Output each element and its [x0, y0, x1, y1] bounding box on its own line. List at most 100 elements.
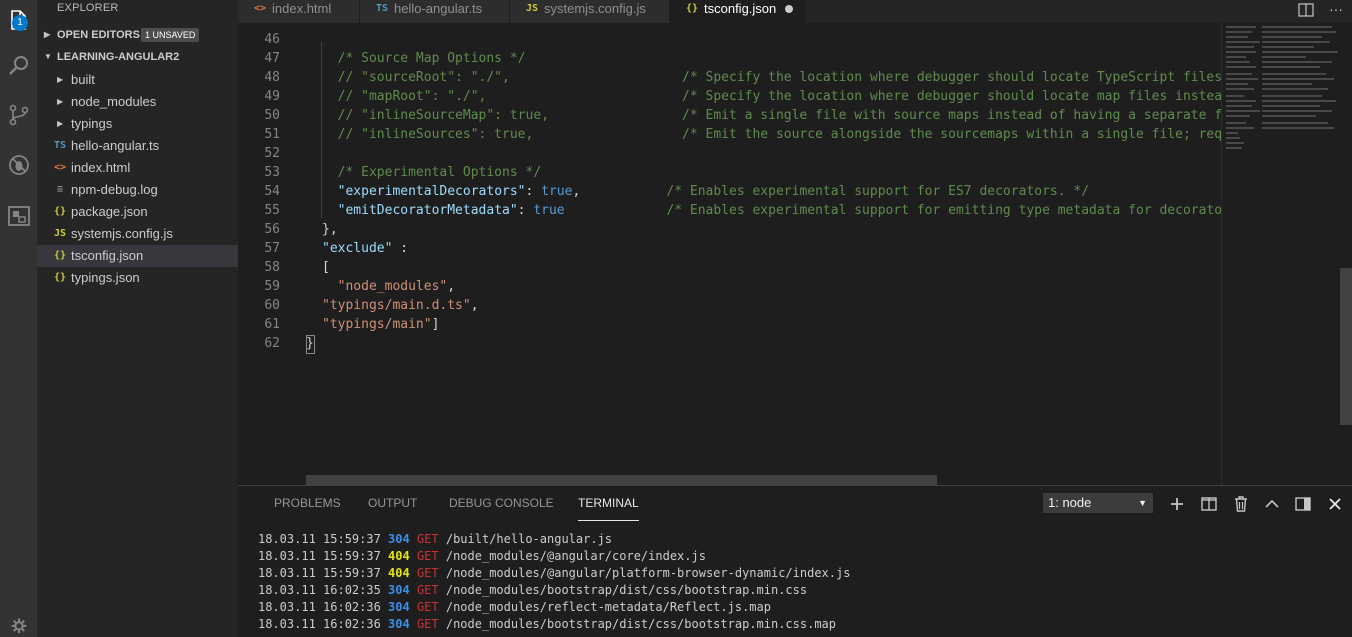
- code-text: "exclude" :: [322, 241, 409, 256]
- sidebar-item-tsconfig-json[interactable]: {} tsconfig.json: [37, 245, 238, 267]
- code-editor[interactable]: 46 47 /* Source Map Options */48 // "sour…: [238, 23, 1221, 485]
- file-name: systemjs.config.js: [71, 226, 173, 241]
- unsaved-badge: 1 UNSAVED: [141, 28, 200, 42]
- debug-icon[interactable]: [0, 145, 37, 185]
- tab-label: tsconfig.json: [704, 1, 777, 16]
- line-number: 51: [264, 127, 280, 142]
- json-file-icon: {}: [686, 3, 699, 14]
- file-name: npm-debug.log: [71, 182, 158, 197]
- code-text: // "inlineSources": true, /* Emit the so…: [322, 127, 1221, 142]
- tab-systemjs-config-js[interactable]: JS systemjs.config.js: [510, 0, 670, 23]
- minimap[interactable]: [1221, 23, 1341, 485]
- terminal-select-value: 1: node: [1048, 495, 1092, 510]
- extensions-icon[interactable]: [0, 195, 37, 235]
- file-name: typings.json: [71, 270, 140, 285]
- code-text: // "sourceRoot": "./", /* Specify the lo…: [322, 70, 1221, 85]
- trash-icon[interactable]: [1231, 494, 1251, 514]
- code-line: 47 /* Source Map Options */: [238, 49, 1221, 68]
- code-text: /* Source Map Options */: [322, 51, 526, 66]
- toggle-panel-position-icon[interactable]: [1293, 494, 1313, 514]
- tab-tsconfig-json[interactable]: {} tsconfig.json: [670, 0, 805, 23]
- plus-icon[interactable]: [1167, 494, 1187, 514]
- scrollbar-thumb[interactable]: [1340, 268, 1352, 425]
- source-control-icon[interactable]: [0, 95, 37, 135]
- sidebar-item-typings[interactable]: ▶ typings: [37, 113, 238, 135]
- unsaved-dot-icon[interactable]: [785, 5, 793, 13]
- code-line: 60 "typings/main.d.ts",: [238, 296, 1221, 315]
- tab-label: index.html: [272, 1, 332, 16]
- code-line: 58 [: [238, 258, 1221, 277]
- close-icon[interactable]: [1325, 494, 1345, 514]
- sidebar-item-systemjs-config-js[interactable]: JS systemjs.config.js: [37, 223, 238, 245]
- tab-debug-console[interactable]: DEBUG CONSOLE: [449, 496, 554, 510]
- file-name: index.html: [71, 160, 131, 175]
- chevron-right-icon: ▶: [57, 75, 64, 84]
- sidebar-item-npm-debug-log[interactable]: ≡ npm-debug.log: [37, 179, 238, 201]
- gear-icon[interactable]: [0, 613, 37, 637]
- terminal-select[interactable]: 1: node ▼: [1043, 493, 1153, 513]
- more-actions-icon[interactable]: ···: [1329, 1, 1343, 17]
- code-line: 50 // "inlineSourceMap": true, /* Emit a…: [238, 106, 1221, 125]
- terminal-line: 18.03.11 15:59:37 404 GET /node_modules/…: [258, 566, 851, 580]
- project-section[interactable]: ▼ LEARNING-ANGULAR2: [37, 46, 238, 68]
- line-number: 49: [264, 89, 280, 104]
- code-line: 46: [238, 30, 1221, 49]
- code-line: 48 // "sourceRoot": "./", /* Specify the…: [238, 68, 1221, 87]
- code-line: 62}: [238, 334, 1221, 353]
- explorer-badge: 1: [12, 15, 28, 31]
- code-line: 56},: [238, 220, 1221, 239]
- code-text: "typings/main.d.ts",: [322, 298, 479, 313]
- line-number: 48: [264, 70, 280, 85]
- split-editor-icon[interactable]: [1298, 3, 1314, 22]
- code-text: "typings/main"]: [322, 317, 440, 332]
- code-line: 61 "typings/main"]: [238, 315, 1221, 334]
- sidebar-item-typings-json[interactable]: {} typings.json: [37, 267, 238, 289]
- file-name: hello-angular.ts: [71, 138, 160, 153]
- code-text: },: [322, 222, 338, 237]
- sidebar-item-package-json[interactable]: {} package.json: [37, 201, 238, 223]
- explorer-icon[interactable]: 1: [0, 0, 37, 40]
- json-file-icon: {}: [53, 250, 67, 261]
- file-name: package.json: [71, 204, 148, 219]
- terminal-line: 18.03.11 15:59:37 404 GET /node_modules/…: [258, 549, 706, 563]
- tab-index-html[interactable]: <> index.html: [238, 0, 360, 23]
- tab-problems[interactable]: PROBLEMS: [274, 496, 341, 510]
- open-editors-section[interactable]: ▶ OPEN EDITORS 1 UNSAVED: [37, 24, 238, 46]
- line-number: 53: [264, 165, 280, 180]
- typescript-file-icon: TS: [53, 140, 67, 151]
- tab-output[interactable]: OUTPUT: [368, 496, 417, 510]
- line-number: 54: [264, 184, 280, 199]
- chevron-up-icon[interactable]: [1262, 494, 1282, 514]
- tab-label: hello-angular.ts: [394, 1, 483, 16]
- sidebar-item-built[interactable]: ▶ built: [37, 69, 238, 91]
- tab-terminal[interactable]: TERMINAL: [578, 496, 639, 521]
- bottom-panel: PROBLEMS OUTPUT DEBUG CONSOLE TERMINAL 1…: [238, 485, 1352, 637]
- sidebar-item-index-html[interactable]: <> index.html: [37, 157, 238, 179]
- code-line: 55 "emitDecoratorMetadata": true /* Enab…: [238, 201, 1221, 220]
- code-line: 57 "exclude" :: [238, 239, 1221, 258]
- bracket-match-highlight: [306, 335, 315, 354]
- file-name: typings: [71, 116, 113, 131]
- sidebar-item-node-modules[interactable]: ▶ node_modules: [37, 91, 238, 113]
- code-line: 59 "node_modules",: [238, 277, 1221, 296]
- code-text: "node_modules",: [322, 279, 456, 294]
- javascript-file-icon: JS: [53, 228, 67, 239]
- vertical-scrollbar[interactable]: [1340, 23, 1352, 485]
- line-number: 50: [264, 108, 280, 123]
- file-name: tsconfig.json: [71, 248, 144, 263]
- terminal-output[interactable]: 18.03.11 15:59:37 304 GET /built/hello-a…: [258, 531, 850, 633]
- split-terminal-icon[interactable]: [1199, 494, 1219, 514]
- code-text: "experimentalDecorators": true, /* Enabl…: [337, 184, 1090, 199]
- line-number: 60: [264, 298, 280, 313]
- sidebar-item-hello-angular-ts[interactable]: TS hello-angular.ts: [37, 135, 238, 157]
- line-number: 55: [264, 203, 280, 218]
- search-icon[interactable]: [0, 45, 37, 85]
- line-number: 62: [264, 336, 280, 351]
- tab-hello-angular-ts[interactable]: TS hello-angular.ts: [360, 0, 510, 23]
- log-file-icon: ≡: [56, 184, 64, 195]
- chevron-right-icon: ▶: [57, 97, 64, 106]
- html-file-icon: <>: [53, 162, 67, 173]
- code-text: // "mapRoot": "./", /* Specify the locat…: [322, 89, 1221, 104]
- horizontal-scrollbar[interactable]: [306, 475, 937, 485]
- terminal-line: 18.03.11 15:59:37 304 GET /built/hello-a…: [258, 532, 613, 546]
